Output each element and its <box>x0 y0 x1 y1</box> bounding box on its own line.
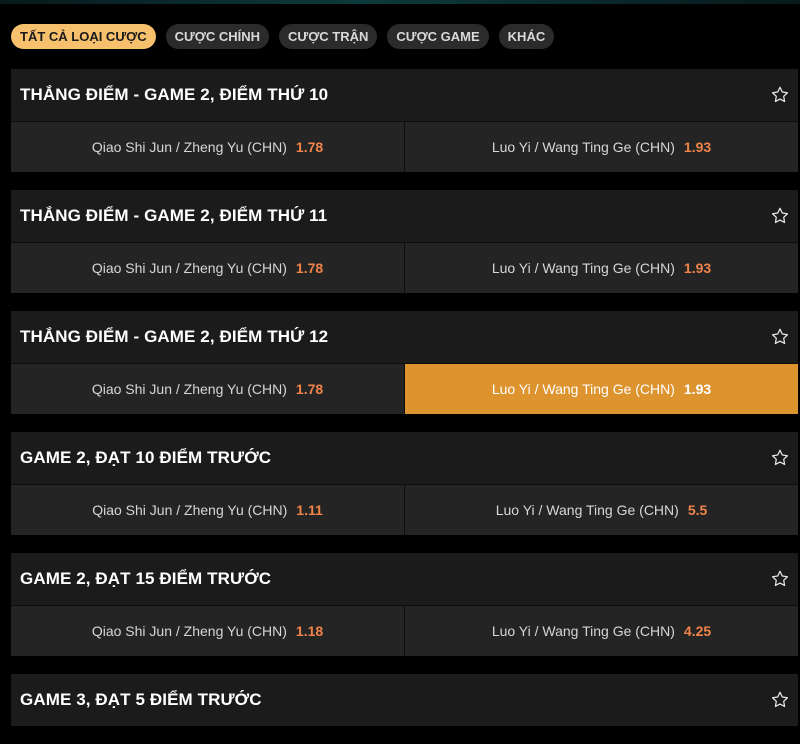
outcome-odds: 1.93 <box>683 260 712 276</box>
outcome-button[interactable]: Luo Yi / Wang Ting Ge (CHN) 5.5 <box>404 485 798 535</box>
outcome-name: Luo Yi / Wang Ting Ge (CHN) <box>491 260 675 276</box>
outcome-button[interactable]: Qiao Shi Jun / Zheng Yu (CHN) 1.78 <box>11 122 404 172</box>
filter-other[interactable]: KHÁC <box>498 24 555 49</box>
market-card: THẮNG ĐIỂM - GAME 2, ĐIỂM THỨ 12 Qiao Sh… <box>11 311 798 414</box>
market-card: GAME 3, ĐẠT 5 ĐIỂM TRƯỚC <box>11 674 798 726</box>
market-title: THẮNG ĐIỂM - GAME 2, ĐIỂM THỨ 12 <box>20 327 329 346</box>
market-card: GAME 2, ĐẠT 15 ĐIỂM TRƯỚC Qiao Shi Jun /… <box>11 553 798 656</box>
outcome-button[interactable]: Luo Yi / Wang Ting Ge (CHN) 4.25 <box>404 606 798 656</box>
bet-type-filters: TẤT CẢ LOẠI CƯỢC CƯỢC CHÍNH CƯỢC TRẬN CƯ… <box>11 24 555 49</box>
outcome-row: Qiao Shi Jun / Zheng Yu (CHN) 1.11 Luo Y… <box>11 484 798 535</box>
outcome-button[interactable]: Qiao Shi Jun / Zheng Yu (CHN) 1.11 <box>11 485 404 535</box>
outcome-name: Qiao Shi Jun / Zheng Yu (CHN) <box>91 260 287 276</box>
outcome-row: Qiao Shi Jun / Zheng Yu (CHN) 1.18 Luo Y… <box>11 605 798 656</box>
market-header[interactable]: THẮNG ĐIỂM - GAME 2, ĐIỂM THỨ 11 <box>11 190 798 242</box>
outcome-button[interactable]: Qiao Shi Jun / Zheng Yu (CHN) 1.78 <box>11 243 404 293</box>
filter-match-bets[interactable]: CƯỢC TRẬN <box>279 24 378 49</box>
outcome-odds: 1.78 <box>295 381 324 397</box>
outcome-row: Qiao Shi Jun / Zheng Yu (CHN) 1.78 Luo Y… <box>11 242 798 293</box>
filter-all-bet-types[interactable]: TẤT CẢ LOẠI CƯỢC <box>11 24 156 49</box>
market-header[interactable]: GAME 3, ĐẠT 5 ĐIỂM TRƯỚC <box>11 674 798 726</box>
outcome-name: Qiao Shi Jun / Zheng Yu (CHN) <box>92 502 288 518</box>
outcome-row: Qiao Shi Jun / Zheng Yu (CHN) 1.78 Luo Y… <box>11 363 798 414</box>
outcome-name: Qiao Shi Jun / Zheng Yu (CHN) <box>91 623 287 639</box>
market-title: GAME 2, ĐẠT 15 ĐIỂM TRƯỚC <box>20 569 272 588</box>
outcome-button[interactable]: Qiao Shi Jun / Zheng Yu (CHN) 1.18 <box>11 606 404 656</box>
market-card: GAME 2, ĐẠT 10 ĐIỂM TRƯỚC Qiao Shi Jun /… <box>11 432 798 535</box>
top-banner-strip <box>0 0 800 4</box>
market-header[interactable]: GAME 2, ĐẠT 10 ĐIỂM TRƯỚC <box>11 432 798 484</box>
star-outline-icon[interactable] <box>770 690 790 710</box>
outcome-odds: 1.18 <box>295 623 324 639</box>
market-title: THẮNG ĐIỂM - GAME 2, ĐIỂM THỨ 10 <box>20 85 329 104</box>
outcome-odds: 1.78 <box>295 139 324 155</box>
outcome-name: Luo Yi / Wang Ting Ge (CHN) <box>491 381 675 397</box>
outcome-name: Luo Yi / Wang Ting Ge (CHN) <box>491 139 675 155</box>
outcome-name: Luo Yi / Wang Ting Ge (CHN) <box>491 623 675 639</box>
star-outline-icon[interactable] <box>770 448 790 468</box>
filter-main-bets[interactable]: CƯỢC CHÍNH <box>165 24 270 49</box>
outcome-button[interactable]: Qiao Shi Jun / Zheng Yu (CHN) 1.78 <box>11 364 404 414</box>
outcome-button[interactable]: Luo Yi / Wang Ting Ge (CHN) 1.93 <box>404 243 798 293</box>
outcome-odds: 1.78 <box>295 260 324 276</box>
outcome-button-selected[interactable]: Luo Yi / Wang Ting Ge (CHN) 1.93 <box>404 364 798 414</box>
market-list: THẮNG ĐIỂM - GAME 2, ĐIỂM THỨ 10 Qiao Sh… <box>11 69 798 744</box>
outcome-button[interactable]: Luo Yi / Wang Ting Ge (CHN) 1.93 <box>404 122 798 172</box>
outcome-odds: 4.25 <box>683 623 712 639</box>
market-card: THẮNG ĐIỂM - GAME 2, ĐIỂM THỨ 10 Qiao Sh… <box>11 69 798 172</box>
filter-game-bets[interactable]: CƯỢC GAME <box>387 24 489 49</box>
star-outline-icon[interactable] <box>770 206 790 226</box>
market-title: GAME 3, ĐẠT 5 ĐIỂM TRƯỚC <box>20 690 262 709</box>
market-title: GAME 2, ĐẠT 10 ĐIỂM TRƯỚC <box>20 448 272 467</box>
market-header[interactable]: GAME 2, ĐẠT 15 ĐIỂM TRƯỚC <box>11 553 798 605</box>
outcome-odds: 5.5 <box>687 502 708 518</box>
outcome-name: Luo Yi / Wang Ting Ge (CHN) <box>495 502 679 518</box>
outcome-name: Qiao Shi Jun / Zheng Yu (CHN) <box>91 139 287 155</box>
outcome-odds: 1.93 <box>683 139 712 155</box>
outcome-name: Qiao Shi Jun / Zheng Yu (CHN) <box>91 381 287 397</box>
outcome-row: Qiao Shi Jun / Zheng Yu (CHN) 1.78 Luo Y… <box>11 121 798 172</box>
market-header[interactable]: THẮNG ĐIỂM - GAME 2, ĐIỂM THỨ 12 <box>11 311 798 363</box>
star-outline-icon[interactable] <box>770 327 790 347</box>
star-outline-icon[interactable] <box>770 569 790 589</box>
star-outline-icon[interactable] <box>770 85 790 105</box>
market-title: THẮNG ĐIỂM - GAME 2, ĐIỂM THỨ 11 <box>20 206 328 225</box>
outcome-odds: 1.11 <box>296 502 323 518</box>
market-card: THẮNG ĐIỂM - GAME 2, ĐIỂM THỨ 11 Qiao Sh… <box>11 190 798 293</box>
market-header[interactable]: THẮNG ĐIỂM - GAME 2, ĐIỂM THỨ 10 <box>11 69 798 121</box>
outcome-odds: 1.93 <box>683 381 712 397</box>
